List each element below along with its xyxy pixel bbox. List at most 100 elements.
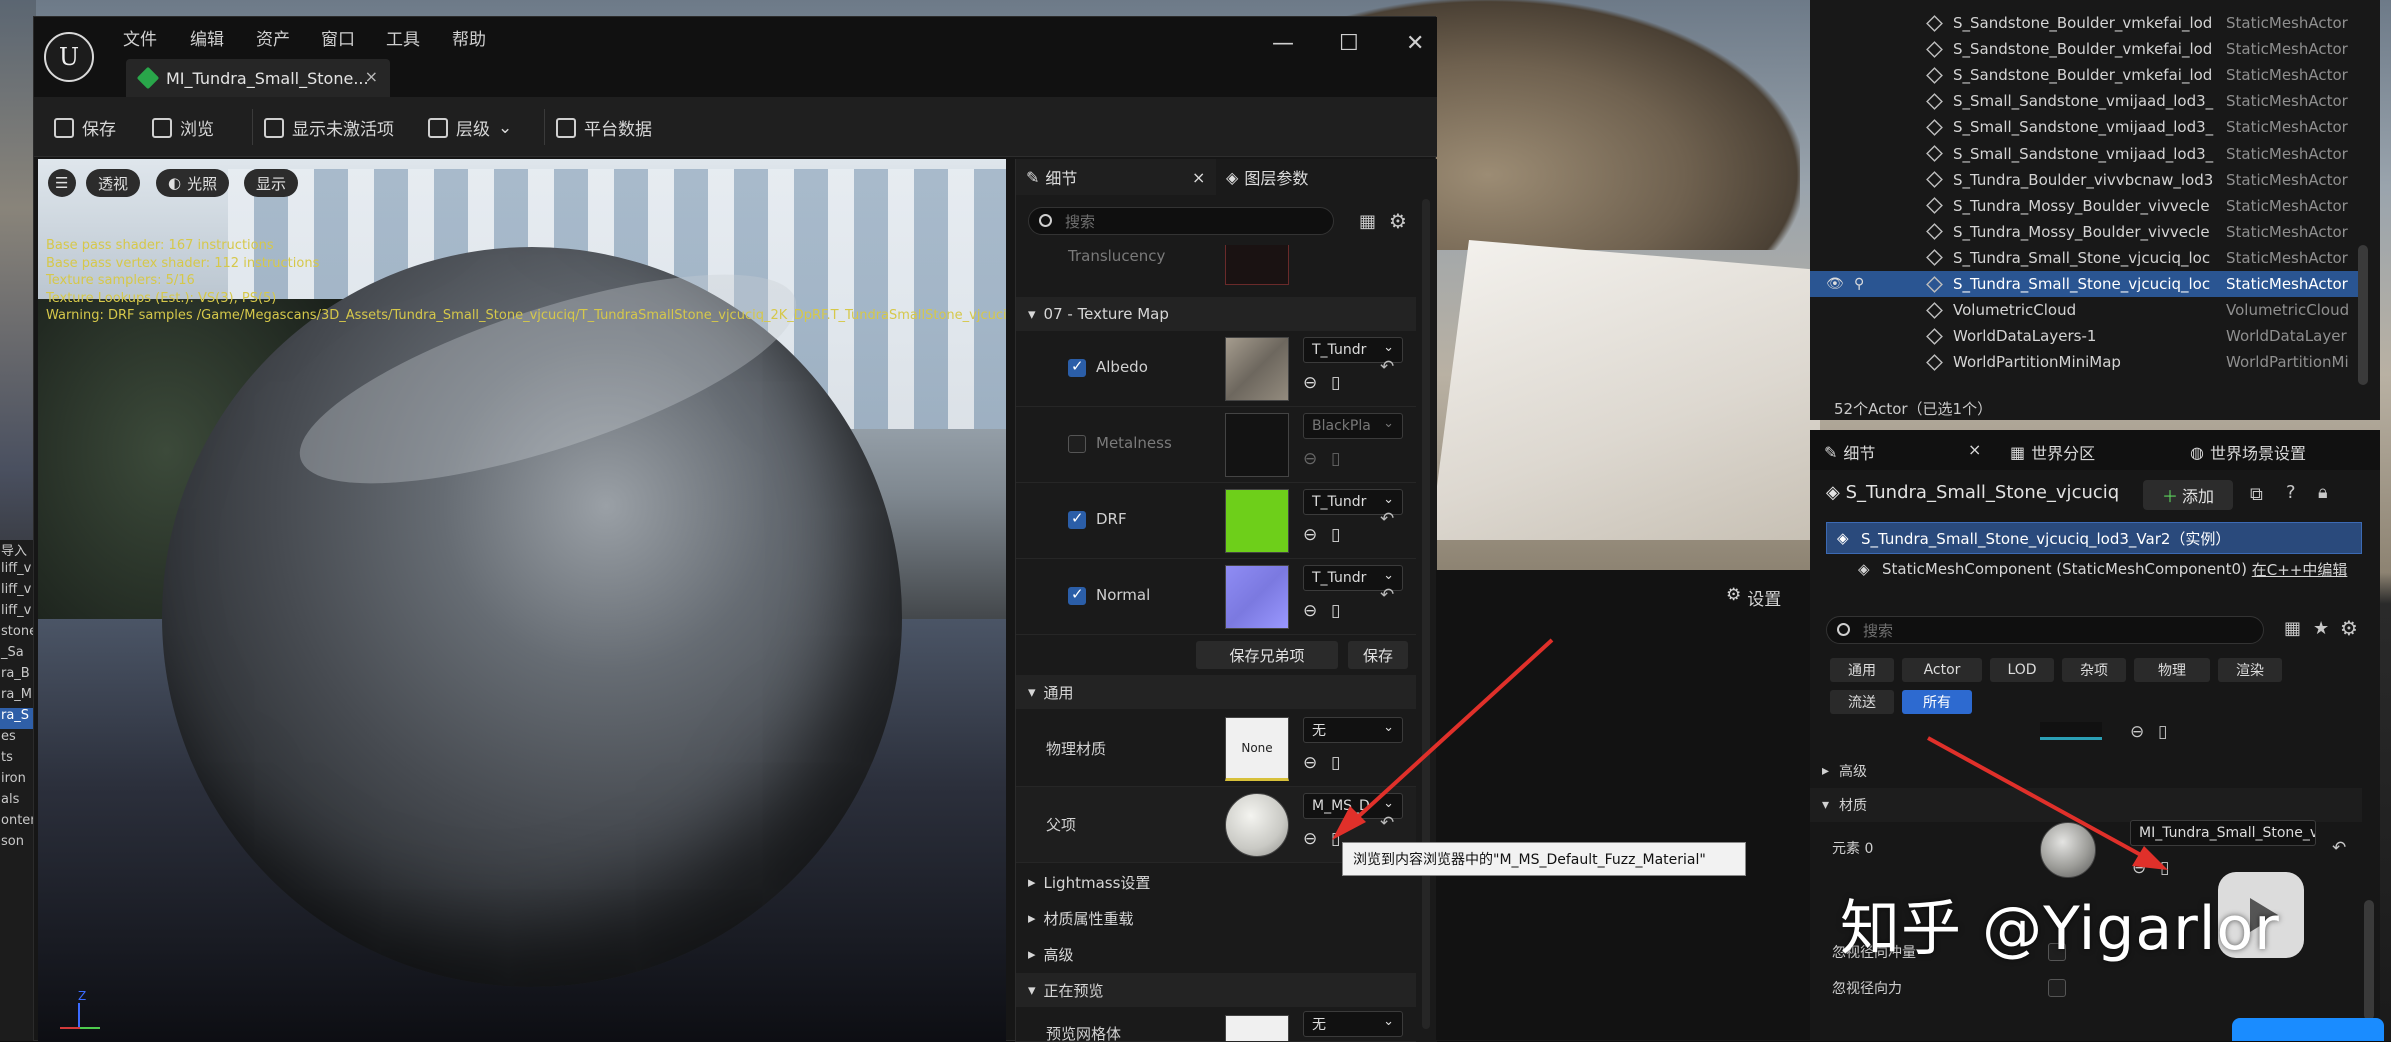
filter-misc[interactable]: 杂项: [2062, 658, 2126, 682]
normal-checkbox[interactable]: [1068, 585, 1086, 605]
star-icon[interactable]: ★: [2313, 618, 2329, 639]
asset-tab[interactable]: MI_Tundra_Small_Stone... ×: [126, 59, 390, 97]
drf-checkbox[interactable]: [1068, 509, 1086, 529]
left-outliner-item[interactable]: iron: [0, 771, 36, 792]
outliner-row[interactable]: WorldDataLayers-1 WorldDataLayer: [1810, 323, 2360, 349]
parent-material-thumb[interactable]: [1225, 793, 1289, 857]
outliner-row[interactable]: S_Tundra_Mossy_Boulder_vivvecle StaticMes…: [1810, 193, 2360, 219]
browse-to-content-icon[interactable]: ▯: [1331, 829, 1340, 849]
menu-edit[interactable]: 编辑: [190, 25, 224, 50]
left-outliner-item[interactable]: 导入: [0, 540, 36, 561]
use-selected-icon[interactable]: ⊖: [1303, 373, 1317, 393]
browse-icon[interactable]: ▯: [1331, 449, 1340, 469]
edit-in-cpp-link[interactable]: 在C++中编辑: [2252, 559, 2348, 580]
blueprint-icon[interactable]: ⧉: [2250, 484, 2263, 505]
browse-icon[interactable]: ▯: [2160, 858, 2169, 878]
use-selected-icon[interactable]: ⊖: [1303, 753, 1317, 773]
outliner-row[interactable]: S_Tundra_Mossy_Boulder_vivvecle StaticMes…: [1810, 219, 2360, 245]
material-preview-viewport[interactable]: ☰ 透视 ◐ 光照 显示 Base pass shader: 167 instru…: [38, 159, 1006, 1042]
lock-icon[interactable]: 🔒︎: [2318, 482, 2328, 503]
physical-material-dropdown[interactable]: 无 ⌄: [1303, 717, 1403, 743]
filter-physics[interactable]: 物理: [2134, 658, 2210, 682]
show-button[interactable]: 显示: [244, 169, 299, 197]
outliner-row[interactable]: S_Small_Sandstone_vmijaad_lod3_ StaticMes…: [1810, 141, 2360, 167]
table-view-icon[interactable]: ▦: [2284, 618, 2301, 639]
browse-icon[interactable]: ▯: [1331, 601, 1340, 621]
unreal-logo-icon[interactable]: U: [44, 32, 94, 82]
outliner-row[interactable]: S_Small_Sandstone_vmijaad_lod3_ StaticMes…: [1810, 114, 2360, 140]
browse-icon[interactable]: ▯: [2158, 722, 2167, 742]
filter-general[interactable]: 通用: [1830, 658, 1894, 682]
tab-details[interactable]: ✎ 细节 ×: [1016, 159, 1216, 195]
drf-texture-thumb[interactable]: [1225, 489, 1289, 553]
left-outliner-item[interactable]: liff_v: [0, 582, 36, 603]
outliner-row[interactable]: VolumetricCloud VolumetricCloud: [1810, 297, 2360, 323]
details-search-input[interactable]: 搜索: [1028, 207, 1334, 235]
element-material-dropdown[interactable]: MI_Tundra_Small_Stone_vjc: [2130, 820, 2316, 846]
outliner-row[interactable]: 👁︎ ⚲ S_Tundra_Small_Stone_vjcuciq_loc Stati…: [1810, 271, 2360, 297]
filter-lod[interactable]: LOD: [1990, 658, 2054, 682]
albedo-checkbox[interactable]: [1068, 357, 1086, 377]
menu-help[interactable]: 帮助: [452, 25, 486, 50]
filter-streaming[interactable]: 流送: [1830, 690, 1894, 714]
close-tab-icon[interactable]: ×: [365, 67, 378, 86]
element-material-thumb[interactable]: [2040, 822, 2096, 878]
normal-texture-thumb[interactable]: [1225, 565, 1289, 629]
physical-material-thumb[interactable]: None: [1225, 717, 1289, 781]
filter-actor[interactable]: Actor: [1902, 658, 1982, 682]
section-general[interactable]: ▾ 通用: [1016, 675, 1416, 709]
actor-details-search-input[interactable]: 搜索: [1826, 616, 2264, 644]
browse-icon[interactable]: ▯: [1331, 525, 1340, 545]
tab-actor-details[interactable]: ✎ 细节: [1824, 440, 1875, 464]
section-advanced[interactable]: ▸ 高级: [1810, 754, 2362, 788]
tab-layer-parameters[interactable]: ◈ 图层参数: [1226, 159, 1416, 195]
left-outliner-item[interactable]: stone: [0, 624, 36, 645]
menu-asset[interactable]: 资产: [256, 25, 290, 50]
use-selected-icon[interactable]: ⊖: [2130, 722, 2144, 742]
menu-file[interactable]: 文件: [123, 25, 157, 50]
albedo-texture-thumb[interactable]: [1225, 337, 1289, 401]
left-outliner-item[interactable]: ra_S: [0, 708, 36, 729]
left-outliner-item[interactable]: son: [0, 834, 36, 855]
left-outliner-item[interactable]: ra_M: [0, 687, 36, 708]
settings-gear-icon[interactable]: ⚙: [1389, 209, 1407, 233]
outliner-row[interactable]: S_Small_Sandstone_vmijaad_lod3_ StaticMes…: [1810, 88, 2360, 114]
viewport-settings-button[interactable]: ⚙ 设置: [1726, 585, 1781, 610]
visibility-eye-icon[interactable]: 👁︎: [1826, 276, 1844, 292]
ignore-force-checkbox[interactable]: [2048, 979, 2066, 997]
blue-action-button-partial[interactable]: [2232, 1018, 2384, 1041]
pin-icon[interactable]: ⚲: [1854, 276, 1864, 292]
left-outliner-item[interactable]: _Sa: [0, 645, 36, 666]
save-siblings-button[interactable]: 保存兄弟项: [1196, 641, 1338, 669]
section-previewing[interactable]: ▾ 正在预览: [1016, 973, 1416, 1007]
filter-rendering[interactable]: 渲染: [2218, 658, 2282, 682]
left-outliner-item[interactable]: als: [0, 792, 36, 813]
browse-icon[interactable]: ▯: [1331, 373, 1340, 393]
show-inactive-button[interactable]: 显示未激活项: [264, 115, 394, 140]
reset-arrow-icon[interactable]: ↶: [1380, 813, 1394, 833]
table-view-icon[interactable]: ▦: [1359, 211, 1376, 232]
use-selected-icon[interactable]: ⊖: [2132, 858, 2146, 878]
left-outliner-item[interactable]: liff_v: [0, 561, 36, 582]
outliner-scrollbar[interactable]: [2358, 245, 2368, 385]
platform-data-button[interactable]: 平台数据: [556, 115, 652, 140]
outliner-row[interactable]: S_Sandstone_Boulder_vmkefai_lod StaticMes…: [1810, 36, 2360, 62]
browse-icon[interactable]: ▯: [1331, 753, 1340, 773]
settings-gear-icon[interactable]: ⚙: [2340, 616, 2358, 640]
metalness-texture-thumb[interactable]: [1225, 413, 1289, 477]
maximize-button[interactable]: ☐: [1339, 31, 1359, 56]
use-selected-icon[interactable]: ⊖: [1303, 829, 1317, 849]
left-outliner-item[interactable]: ts: [0, 750, 36, 771]
outliner-row[interactable]: S_Sandstone_Boulder_vmkefai_lod StaticMes…: [1810, 62, 2360, 88]
browse-button[interactable]: 浏览: [152, 115, 214, 140]
filter-all[interactable]: 所有: [1902, 690, 1972, 714]
actor-details-scrollbar[interactable]: [2364, 900, 2374, 1020]
viewport-menu-button[interactable]: ☰: [48, 169, 76, 197]
outliner-row[interactable]: S_Tundra_Boulder_vivvbcnaw_lod3 StaticMes…: [1810, 167, 2360, 193]
save-button[interactable]: 保存: [54, 115, 116, 140]
use-selected-icon[interactable]: ⊖: [1303, 449, 1317, 469]
metalness-checkbox[interactable]: [1068, 435, 1086, 453]
section-advanced[interactable]: ▸ 高级: [1016, 937, 1416, 971]
tab-world-partition[interactable]: ▦ 世界分区: [2010, 440, 2095, 464]
help-icon[interactable]: ?: [2286, 482, 2296, 503]
